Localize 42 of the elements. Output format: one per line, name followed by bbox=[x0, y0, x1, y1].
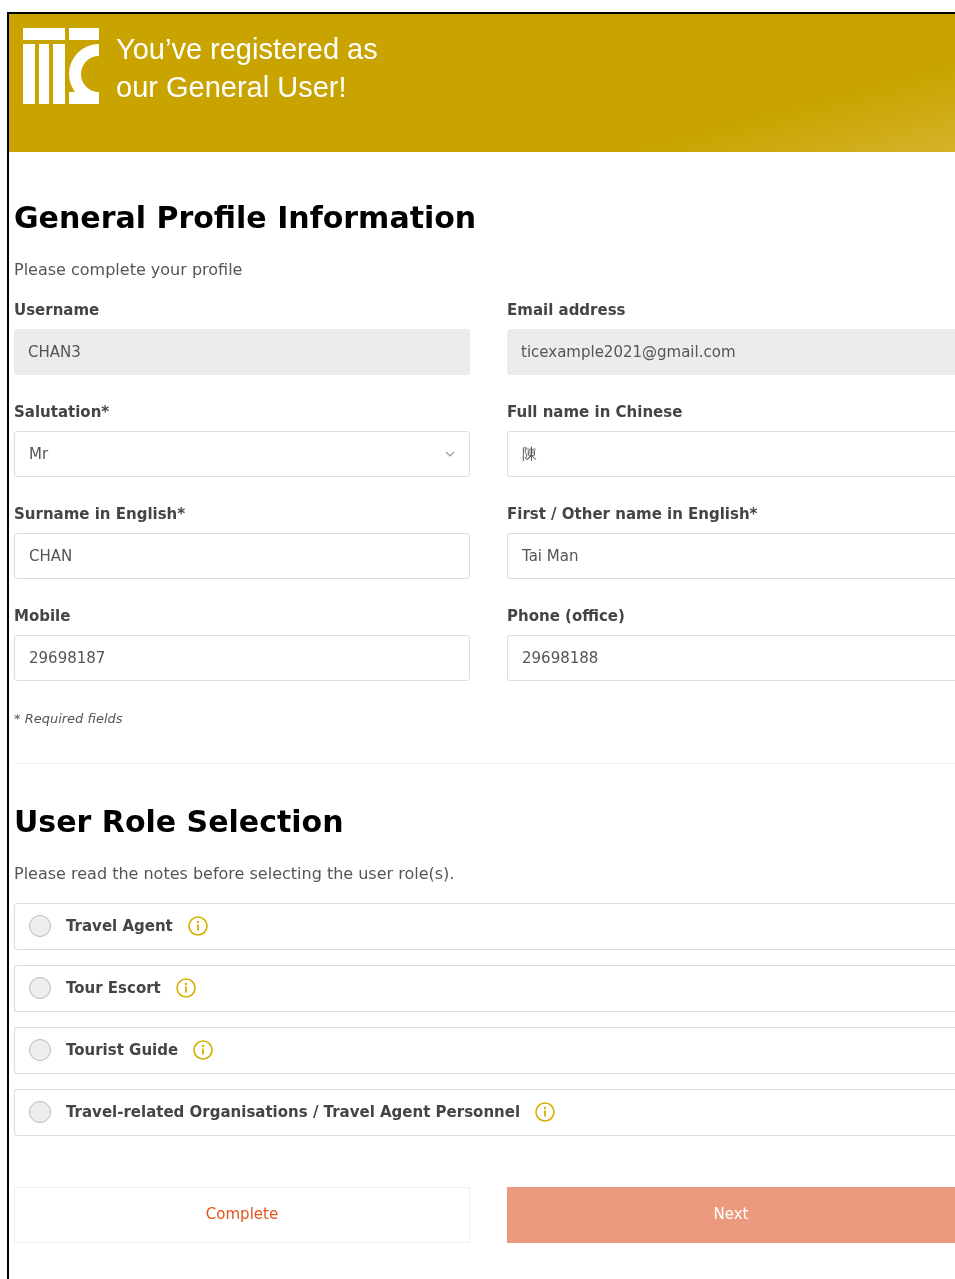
role-option[interactable]: Tour Escort bbox=[14, 964, 955, 1012]
readonly-field[interactable]: CHAN3 bbox=[14, 329, 470, 375]
role-label: Travel Agent bbox=[66, 915, 173, 937]
role-label: Tourist Guide bbox=[66, 1039, 179, 1061]
section-heading: User Role Selection bbox=[14, 803, 345, 840]
radio-button[interactable] bbox=[29, 977, 51, 999]
role-label: Tour Escort bbox=[66, 977, 161, 999]
input-field[interactable]: CHAN bbox=[14, 533, 470, 579]
field-label: Email address bbox=[507, 300, 627, 321]
banner-title: our General User! bbox=[116, 70, 348, 105]
required-note: * Required fields bbox=[14, 710, 124, 728]
input-field[interactable]: 29698188 bbox=[507, 635, 955, 681]
chevron-down-icon bbox=[445, 451, 455, 457]
info-icon[interactable] bbox=[535, 1102, 556, 1122]
role-option[interactable]: Travel Agent bbox=[14, 902, 955, 950]
input-field[interactable]: 陳 bbox=[507, 431, 955, 477]
input-field[interactable]: Tai Man bbox=[507, 533, 955, 579]
info-icon[interactable] bbox=[175, 978, 196, 998]
field-label: Username bbox=[14, 300, 101, 321]
radio-button[interactable] bbox=[29, 1039, 51, 1061]
role-option[interactable]: Tourist Guide bbox=[14, 1026, 955, 1074]
readonly-field[interactable]: ticexample2021@gmail.com bbox=[507, 329, 955, 375]
banner-title: You’ve registered as bbox=[116, 32, 378, 67]
field-label: Surname in English* bbox=[14, 504, 187, 525]
radio-button[interactable] bbox=[29, 1101, 51, 1123]
logo-icon bbox=[23, 28, 99, 104]
section-note: Please read the notes before selecting the user role(s). bbox=[14, 862, 456, 885]
info-icon[interactable] bbox=[193, 1040, 214, 1060]
field-label: First / Other name in English* bbox=[507, 504, 759, 525]
role-option[interactable]: Travel-related Organisations / Travel Agent Personnel bbox=[14, 1088, 955, 1136]
section-heading: General Profile Information bbox=[14, 200, 478, 236]
radio-button[interactable] bbox=[29, 915, 51, 937]
field-label: Full name in Chinese bbox=[507, 402, 684, 423]
field-label: Salutation* bbox=[14, 402, 111, 423]
field-label: Phone (office) bbox=[507, 606, 626, 627]
input-field[interactable]: 29698187 bbox=[14, 635, 470, 681]
complete-button[interactable]: Complete bbox=[14, 1186, 470, 1243]
info-icon[interactable] bbox=[187, 916, 208, 936]
field-label: Mobile bbox=[14, 606, 72, 627]
section-subtitle: Please complete your profile bbox=[14, 259, 244, 281]
role-label: Travel-related Organisations / Travel Agent Personnel bbox=[66, 1101, 521, 1123]
dropdown-field[interactable]: Mr bbox=[14, 431, 470, 477]
